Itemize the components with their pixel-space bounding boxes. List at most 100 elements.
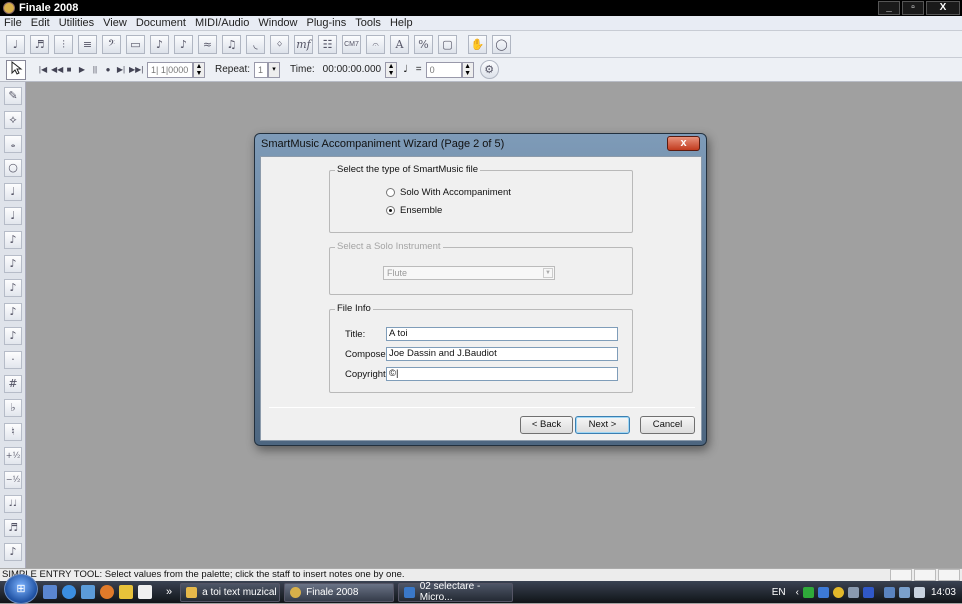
128th-note-icon[interactable]: ♪ [4, 327, 22, 345]
menu-plug-ins[interactable]: Plug-ins [307, 17, 347, 29]
firefox-icon[interactable] [100, 585, 114, 599]
measure-tool-icon[interactable]: ≡ [78, 34, 97, 54]
quicklaunch-overflow-icon[interactable]: » [166, 586, 172, 598]
staff-tool-icon[interactable]: ⫶ [54, 34, 73, 54]
repeat-field[interactable]: 1 [254, 61, 269, 78]
menu-file[interactable]: File [4, 17, 22, 29]
half-note-icon[interactable]: ♩ [4, 183, 22, 201]
volume-muted-icon[interactable] [913, 586, 925, 598]
pause-icon[interactable]: || [90, 64, 100, 76]
note-tool-icon[interactable]: ♪ [150, 34, 169, 54]
restore-button[interactable]: ▫ [902, 1, 924, 15]
composer-input[interactable]: Joe Dassin and J.Baudiot [386, 347, 618, 361]
menu-window[interactable]: Window [258, 17, 297, 29]
menu-help[interactable]: Help [390, 17, 413, 29]
whole-note-icon[interactable]: ○ [4, 159, 22, 177]
hand-grabber-tool-icon[interactable]: ✋ [468, 34, 487, 54]
windows-explorer-icon[interactable] [81, 585, 95, 599]
sixteenth-note-icon[interactable]: ♪ [4, 255, 22, 273]
back-button[interactable]: < Back [520, 416, 573, 434]
repeat-tool-icon[interactable]: ᛜ [270, 34, 289, 54]
flat-icon[interactable]: ♭ [4, 399, 22, 417]
clef-tool-icon[interactable]: 𝄢 [102, 34, 121, 54]
tray-app-icon[interactable] [832, 586, 844, 598]
grace-note-icon[interactable]: ♪ [4, 543, 22, 561]
ensemble-option[interactable]: Ensemble [386, 205, 442, 216]
dialog-close-button[interactable]: x [667, 136, 700, 151]
menu-tools[interactable]: Tools [355, 17, 381, 29]
measure-spinner[interactable]: ▲ ▼ [193, 61, 205, 78]
winamp-icon[interactable] [119, 585, 133, 599]
sixty-fourth-note-icon[interactable]: ♪ [4, 303, 22, 321]
tempo-spinner[interactable]: ▲ ▼ [461, 61, 474, 78]
double-whole-note-icon[interactable]: 𝅝 [4, 135, 22, 153]
selection-tool-icon[interactable] [6, 59, 26, 80]
mirror-tool-icon[interactable]: 𝄐 [366, 34, 385, 54]
tie-icon[interactable]: ♩♩ [4, 495, 22, 513]
title-input[interactable]: A toi [386, 327, 618, 341]
half-step-down-icon[interactable]: −½ [4, 471, 22, 489]
tray-app-icon[interactable] [862, 586, 874, 598]
expression-tool-icon[interactable]: mf [294, 34, 313, 54]
sharp-icon[interactable]: # [4, 375, 22, 393]
network-icon[interactable] [883, 586, 895, 598]
repeat-dropdown[interactable]: ▾ [268, 61, 281, 78]
taskbar-item-finale[interactable]: Finale 2008 [284, 582, 395, 602]
zoom-tool-icon[interactable]: ◯ [492, 34, 511, 54]
tuplet-icon[interactable]: ♬ [4, 519, 22, 537]
tray-app-icon[interactable] [817, 586, 829, 598]
quarter-note-icon[interactable]: ♩ [4, 207, 22, 225]
tempo-unit-spinner[interactable]: ▲ ▼ [385, 61, 398, 78]
menu-document[interactable]: Document [136, 17, 186, 29]
menu-edit[interactable]: Edit [31, 17, 50, 29]
menu-view[interactable]: View [103, 17, 127, 29]
simple-entry-tool-icon[interactable]: ♩ [6, 34, 25, 54]
skip-to-end-icon[interactable]: ▶▶| [129, 64, 143, 76]
breve-icon[interactable]: ⟡ [4, 111, 22, 129]
radio-selected-icon[interactable] [386, 206, 395, 215]
speedy-entry-tool-icon[interactable]: ♬ [30, 34, 49, 54]
copyright-input[interactable]: ©| [386, 367, 618, 381]
play-icon[interactable]: ▶ [77, 64, 87, 76]
tray-expand-icon[interactable]: ‹ [796, 587, 799, 598]
menu-midi-audio[interactable]: MIDI/Audio [195, 17, 249, 29]
record-icon[interactable]: ● [103, 64, 113, 76]
tray-app-icon[interactable] [847, 586, 859, 598]
language-indicator[interactable]: EN [772, 587, 786, 598]
natural-icon[interactable]: ♮ [4, 423, 22, 441]
solo-with-accompaniment-option[interactable]: Solo With Accompaniment [386, 187, 511, 198]
clock[interactable]: 14:03 [931, 587, 956, 598]
key-signature-tool-icon[interactable]: ▭ [126, 34, 145, 54]
network-icon[interactable] [898, 586, 910, 598]
half-step-up-icon[interactable]: +½ [4, 447, 22, 465]
text-tool-icon[interactable]: A [390, 34, 409, 54]
dot-icon[interactable]: · [4, 351, 22, 369]
resize-tool-icon[interactable]: % [414, 34, 433, 54]
rewind-icon[interactable]: ◀◀ [51, 64, 63, 76]
next-button[interactable]: Next > [575, 416, 630, 434]
internet-explorer-icon[interactable] [62, 585, 76, 599]
lyrics-tool-icon[interactable]: ☷ [318, 34, 337, 54]
minimize-button[interactable]: _ [878, 1, 900, 15]
chord-tool-icon[interactable]: CM7 [342, 34, 361, 54]
radio-unselected-icon[interactable] [386, 188, 395, 197]
page-layout-tool-icon[interactable]: ▢ [438, 34, 457, 54]
tray-app-icon[interactable] [802, 586, 814, 598]
smart-shape-tool-icon[interactable]: ≈ [198, 34, 217, 54]
cancel-button[interactable]: Cancel [640, 416, 695, 434]
show-desktop-icon[interactable] [43, 585, 57, 599]
thirty-second-note-icon[interactable]: ♪ [4, 279, 22, 297]
articulation-tool-icon[interactable]: ♫ [222, 34, 241, 54]
playback-settings-icon[interactable]: ⚙ [479, 60, 499, 79]
taskbar-item-word[interactable]: 02 selectare - Micro... [398, 581, 514, 603]
close-window-button[interactable]: X [926, 1, 960, 15]
stop-icon[interactable]: ■ [64, 64, 74, 76]
eighth-note-icon[interactable]: ♪ [4, 231, 22, 249]
taskbar-item-a-toi[interactable]: a toi text muzical [180, 582, 281, 602]
measure-position-field[interactable]: 1| 1|0000 [147, 61, 193, 78]
tempo-field[interactable]: 0 [425, 61, 462, 78]
start-button[interactable]: ⊞ [4, 574, 38, 604]
eraser-icon[interactable]: ✎ [4, 87, 22, 105]
tuplet-tool-icon[interactable]: ♪ [174, 34, 193, 54]
fast-forward-icon[interactable]: ▶| [116, 64, 126, 76]
